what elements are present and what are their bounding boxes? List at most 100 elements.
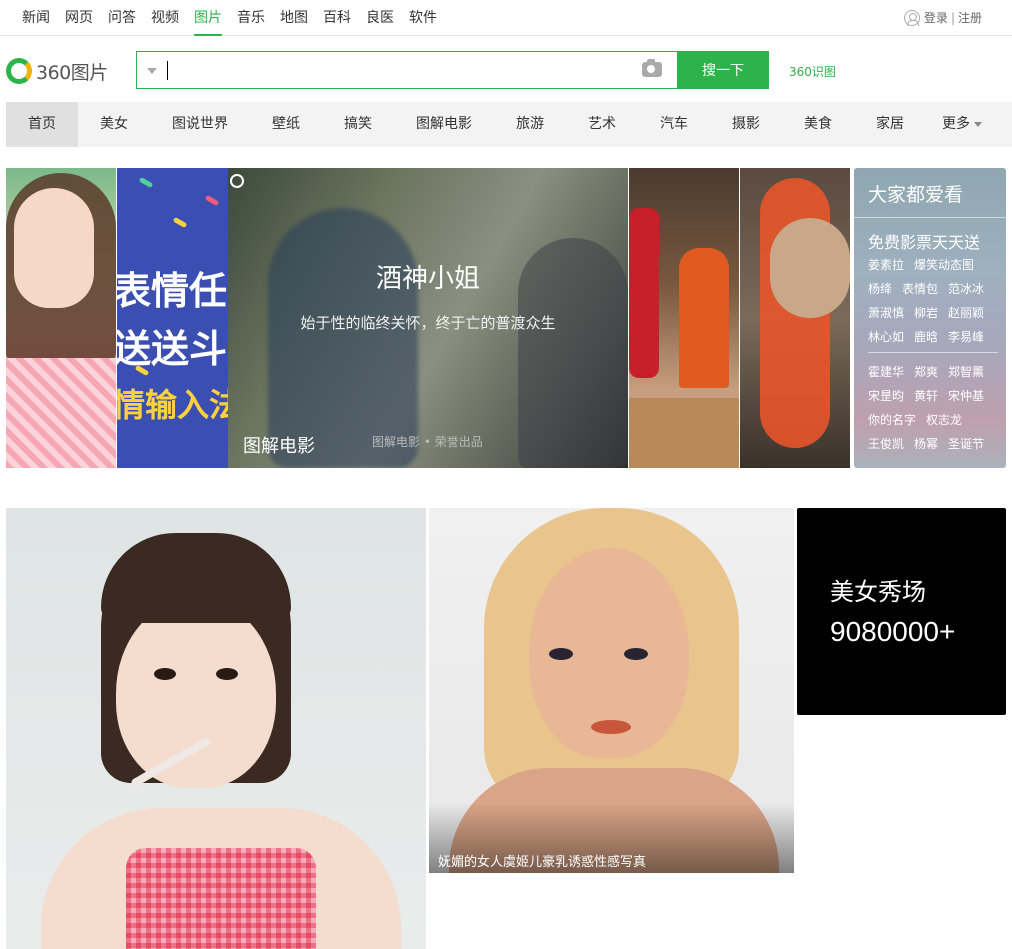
hot-promo-link[interactable]: 免费影票天天送 [868, 229, 980, 253]
banner-girl-photo[interactable] [6, 168, 116, 468]
category-tab[interactable]: 艺术 [566, 102, 638, 147]
face-shape [14, 188, 94, 308]
shitu-link[interactable]: 360识图 [789, 63, 836, 80]
hot-keyword-link[interactable]: 宋仲基 [948, 389, 984, 403]
movie-subtitle: 始于性的临终关怀，终于亡的普渡众生 [300, 314, 556, 332]
category-tab[interactable]: 汽车 [638, 102, 710, 147]
category-label: 旅游 [516, 116, 544, 132]
hot-keyword-link[interactable]: 鹿晗 [914, 330, 938, 344]
confetti-shape [172, 216, 188, 229]
category-label: 图说世界 [172, 116, 228, 132]
hot-keyword-link[interactable]: 赵丽颖 [948, 306, 984, 320]
hot-keyword-link[interactable]: 圣诞节 [948, 437, 984, 451]
top-nav-link[interactable]: 良医 [366, 0, 394, 36]
top-nav-link[interactable]: 音乐 [237, 0, 265, 36]
eye-shape [624, 648, 648, 660]
show-count: 9080000+ [830, 616, 956, 647]
category-label: 汽车 [660, 116, 688, 132]
logo[interactable]: 360图片 [6, 57, 108, 85]
app-logo-icon [230, 174, 244, 188]
category-tab[interactable]: 美女 [78, 102, 150, 147]
hot-row: 你的名字 权志龙 [868, 411, 972, 428]
top-nav-links: 新闻 网页 问答 视频 图片 音乐 地图 百科 良医 软件 [22, 0, 452, 36]
bangs-shape [101, 533, 291, 623]
category-label: 摄影 [732, 116, 760, 132]
banner-cat-photo[interactable] [740, 168, 850, 468]
hot-keyword-link[interactable]: 杨幂 [914, 437, 938, 451]
hot-row: 林心如 鹿晗 李易峰 [868, 328, 994, 345]
hot-keyword-link[interactable]: 姜素拉 [868, 258, 904, 272]
more-menu[interactable]: 更多 [926, 102, 998, 147]
banner-kids-photo[interactable] [629, 168, 739, 468]
eye-shape [216, 668, 238, 680]
hot-keyword-link[interactable]: 范冰冰 [948, 282, 984, 296]
hot-keyword-link[interactable]: 林心如 [868, 330, 904, 344]
search-input[interactable] [165, 56, 635, 84]
top-nav-link[interactable]: 视频 [151, 0, 179, 36]
beauty-show-tile[interactable]: 美女秀场 9080000+ [797, 508, 1006, 715]
meme-line-2: 送送斗 [117, 329, 228, 371]
login-link[interactable]: 登录 [924, 0, 948, 36]
user-area: 登录 | 注册 [903, 0, 982, 36]
top-nav-link[interactable]: 图片 [194, 0, 222, 36]
hot-keyword-link[interactable]: 郑智薰 [948, 365, 984, 379]
table-shape [629, 398, 739, 468]
category-label: 更多 [942, 116, 970, 132]
camera-icon[interactable] [642, 59, 662, 77]
hot-keyword-link[interactable]: 宋昰昀 [868, 389, 904, 403]
hot-row: 霍建华 郑爽 郑智薰 [868, 363, 994, 380]
eye-shape [549, 648, 573, 660]
top-nav-link[interactable]: 百科 [323, 0, 351, 36]
search-dropdown-icon[interactable] [147, 68, 157, 74]
figure-shape [268, 208, 418, 468]
hot-keyword-link[interactable]: 萧淑慎 [868, 306, 904, 320]
hot-keyword-link[interactable]: 李易峰 [948, 330, 984, 344]
text-caret [167, 61, 168, 80]
top-nav-link[interactable]: 地图 [280, 0, 308, 36]
hot-keyword-link[interactable]: 表情包 [902, 282, 938, 296]
category-tab[interactable]: 搞笑 [322, 102, 394, 147]
search-button[interactable]: 搜一下 [677, 51, 769, 89]
category-tab[interactable]: 首页 [6, 102, 78, 147]
photo-caption[interactable]: 妩媚的女人虞姬儿豪乳诱惑性感写真 [438, 851, 646, 870]
user-icon [903, 10, 920, 26]
gallery-photo-2[interactable]: 妩媚的女人虞姬儿豪乳诱惑性感写真 [429, 508, 794, 873]
hot-keyword-link[interactable]: 你的名字 [868, 413, 916, 427]
clothing-shape [6, 358, 116, 468]
top-nav-link[interactable]: 软件 [409, 0, 437, 36]
top-nav-link[interactable]: 网页 [65, 0, 93, 36]
hot-keyword-link[interactable]: 黄轩 [914, 389, 938, 403]
register-link[interactable]: 注册 [958, 0, 982, 36]
banner-movie[interactable]: 酒神小姐 始于性的临终关怀，终于亡的普渡众生 图解电影 图解电影 • 荣誉出品 [228, 168, 628, 468]
hot-keyword-link[interactable]: 霍建华 [868, 365, 904, 379]
category-label: 艺术 [588, 116, 616, 132]
hot-keyword-link[interactable]: 柳岩 [914, 306, 938, 320]
category-tab[interactable]: 家居 [854, 102, 926, 147]
top-nav-link[interactable]: 新闻 [22, 0, 50, 36]
hot-keyword-link[interactable]: 王俊凯 [868, 437, 904, 451]
hot-searches-panel: 大家都爱看 免费影票天天送 姜素拉 爆笑动态图 杨绛 表情包 范冰冰 萧淑慎 柳岩 赵丽颖 林心… [854, 168, 1006, 468]
hot-keyword-link[interactable]: 权志龙 [926, 413, 962, 427]
hot-row: 宋昰昀 黄轩 宋仲基 [868, 387, 994, 404]
category-label: 美食 [804, 116, 832, 132]
category-tab[interactable]: 壁纸 [250, 102, 322, 147]
top-nav-link[interactable]: 问答 [108, 0, 136, 36]
category-tab[interactable]: 旅游 [494, 102, 566, 147]
hot-row: 萧淑慎 柳岩 赵丽颖 [868, 304, 994, 321]
meme-line-1: 表情任 [117, 271, 228, 313]
category-label: 图解电影 [416, 116, 472, 132]
category-tab[interactable]: 图说世界 [150, 102, 250, 147]
category-bar: 首页 美女 图说世界 壁纸 搞笑 图解电影 旅游 艺术 汽车 摄影 美食 家居 更多 [6, 102, 1012, 147]
banner-meme-ad[interactable]: 表情任 送送斗 情输入法 [117, 168, 228, 468]
hot-row: 杨绛 表情包 范冰冰 [868, 280, 994, 297]
gallery-photo-1[interactable] [6, 508, 426, 949]
cat-shape [770, 218, 850, 318]
category-label: 壁纸 [272, 116, 300, 132]
category-tab[interactable]: 图解电影 [394, 102, 494, 147]
hot-keyword-link[interactable]: 爆笑动态图 [914, 258, 974, 272]
logo-text: 360图片 [36, 61, 108, 84]
hot-keyword-link[interactable]: 郑爽 [914, 365, 938, 379]
category-tab[interactable]: 摄影 [710, 102, 782, 147]
hot-keyword-link[interactable]: 杨绛 [868, 282, 892, 296]
category-tab[interactable]: 美食 [782, 102, 854, 147]
